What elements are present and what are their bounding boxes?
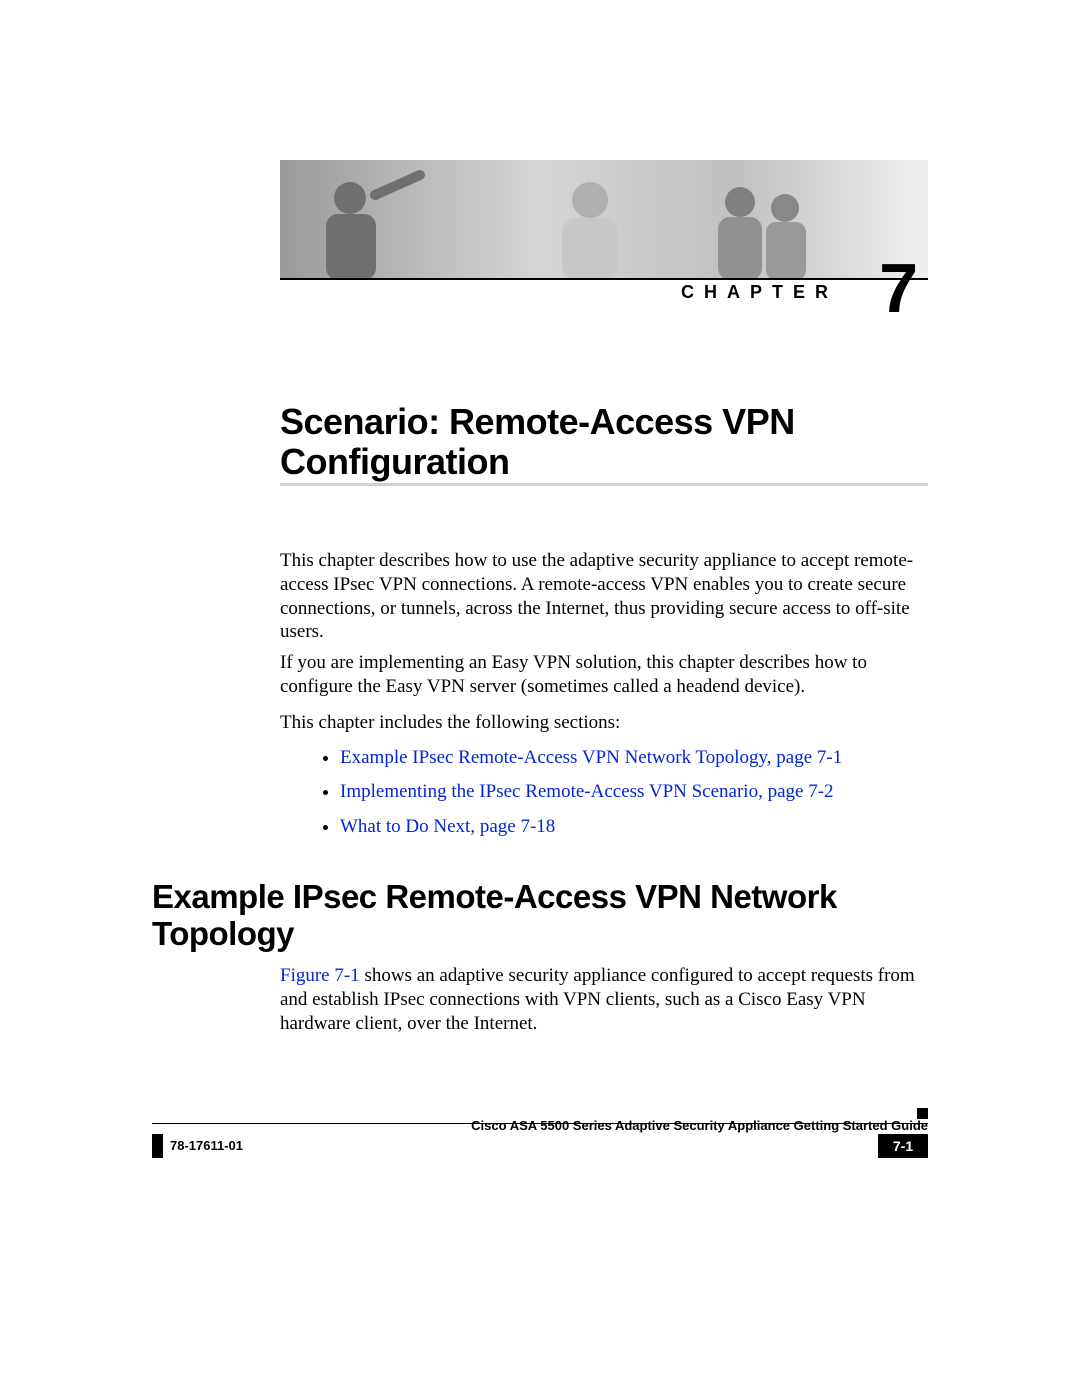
list-item: Example IPsec Remote-Access VPN Network … <box>340 743 968 773</box>
footer-tick-icon <box>152 1134 163 1158</box>
intro-paragraph-1: This chapter describes how to use the ad… <box>280 549 928 644</box>
footer-guide-title: Cisco ASA 5500 Series Adaptive Security … <box>152 1118 928 1133</box>
toc-link-next[interactable]: What to Do Next, page 7-18 <box>340 816 555 837</box>
page-number: 7-1 <box>878 1134 928 1158</box>
toc-list: Example IPsec Remote-Access VPN Network … <box>300 743 968 846</box>
section-heading: Example IPsec Remote-Access VPN Network … <box>152 879 928 952</box>
intro-paragraph-2: If you are implementing an Easy VPN solu… <box>280 651 928 699</box>
footer-doc-number: 78-17611-01 <box>170 1138 243 1153</box>
figure-reference[interactable]: Figure 7-1 <box>280 965 360 986</box>
section-intro-paragraph: Figure 7-1 shows an adaptive security ap… <box>280 964 928 1035</box>
toc-link-implementing[interactable]: Implementing the IPsec Remote-Access VPN… <box>340 781 834 802</box>
chapter-title: Scenario: Remote-Access VPN Configuratio… <box>280 402 928 481</box>
list-item: What to Do Next, page 7-18 <box>340 812 968 842</box>
intro-paragraph-3: This chapter includes the following sect… <box>280 711 928 735</box>
title-rule <box>280 483 928 486</box>
chapter-banner: CHAPTER 7 <box>280 160 928 315</box>
document-page: CHAPTER 7 Scenario: Remote-Access VPN Co… <box>0 0 1080 1397</box>
toc-link-topology[interactable]: Example IPsec Remote-Access VPN Network … <box>340 747 842 768</box>
chapter-label: CHAPTER <box>681 282 838 303</box>
chapter-number: 7 <box>879 253 918 323</box>
section-intro-text: shows an adaptive security appliance con… <box>280 965 915 1034</box>
list-item: Implementing the IPsec Remote-Access VPN… <box>340 777 968 807</box>
